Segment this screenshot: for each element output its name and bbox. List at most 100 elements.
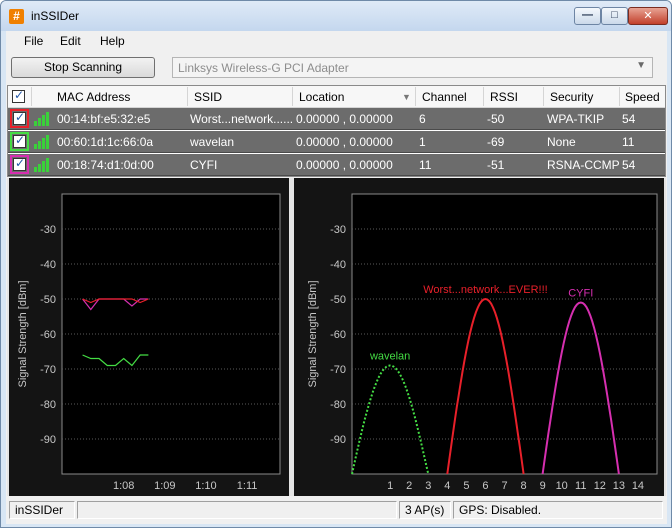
cell-rssi: -69 — [487, 135, 505, 149]
sort-down-icon: ▼ — [402, 92, 411, 102]
minimize-icon: — — [582, 9, 593, 21]
adapter-select[interactable]: Linksys Wireless-G PCI Adapter ▼ — [172, 57, 653, 78]
column-speed[interactable]: Speed — [625, 90, 660, 104]
table-row[interactable]: 00:18:74:d1:0d:00 CYFI 0.00000 , 0.00000… — [8, 154, 665, 176]
x-tick-label: 6 — [482, 480, 488, 492]
cell-mac: 00:18:74:d1:0d:00 — [57, 158, 154, 172]
cell-ssid: Worst...network...... — [190, 112, 294, 126]
column-mac[interactable]: MAC Address — [57, 90, 130, 104]
cell-location: 0.00000 , 0.00000 — [296, 112, 393, 126]
signal-bars-icon — [34, 157, 52, 172]
cell-security: RSNA-CCMP — [547, 158, 620, 172]
stop-scanning-button[interactable]: Stop Scanning — [11, 57, 155, 78]
y-tick-label: -40 — [40, 259, 56, 271]
maximize-icon: □ — [611, 9, 618, 21]
cell-security: None — [547, 135, 576, 149]
y-tick-label: -70 — [40, 364, 56, 376]
column-ssid[interactable]: SSID — [194, 90, 222, 104]
y-tick-label: -70 — [330, 364, 346, 376]
cell-rssi: -50 — [487, 112, 505, 126]
client-area: File Edit Help Stop Scanning Linksys Wir… — [6, 31, 667, 524]
channel-graph-panel: -30 -40 -50 -60 -70 -80 -90 Signal Strength [dB… — [294, 178, 664, 496]
signal-bars-icon — [34, 111, 52, 126]
column-channel[interactable]: Channel — [422, 90, 467, 104]
signal-bars-icon — [34, 134, 52, 149]
menu-edit[interactable]: Edit — [60, 34, 81, 48]
cell-mac: 00:14:bf:e5:32:e5 — [57, 112, 151, 126]
x-tick-label: 1:09 — [154, 480, 175, 492]
y-tick-label: -90 — [40, 434, 56, 446]
x-tick-label: 8 — [521, 480, 527, 492]
x-tick-label: 1:11 — [237, 480, 258, 492]
y-tick-label: -80 — [330, 399, 346, 411]
y-tick-label: -30 — [40, 224, 56, 236]
status-app: inSSIDer — [9, 501, 75, 519]
close-icon: ✕ — [643, 10, 653, 22]
status-progress — [77, 501, 397, 519]
chevron-down-icon[interactable]: ▼ — [636, 60, 646, 71]
network-label: CYFI — [568, 288, 593, 300]
time-graph-chart: -30 -40 -50 -60 -70 -80 -90 Signal Strength [dB… — [17, 193, 281, 492]
y-tick-label: -30 — [330, 224, 346, 236]
select-all-checkbox[interactable] — [12, 88, 25, 103]
menu-file[interactable]: File — [24, 34, 43, 48]
x-tick-label: 13 — [613, 480, 625, 492]
cell-speed: 54 — [622, 112, 636, 126]
ap-table: MAC Address SSID Location ▼ Channel RSSI… — [7, 85, 666, 177]
y-tick-label: -60 — [330, 329, 346, 341]
table-header: MAC Address SSID Location ▼ Channel RSSI… — [8, 86, 665, 108]
cell-speed: 11 — [622, 135, 635, 149]
status-bar: inSSIDer 3 AP(s) GPS: Disabled. — [6, 498, 667, 522]
channel-graph-chart: -30 -40 -50 -60 -70 -80 -90 Signal Strength [dB… — [307, 193, 658, 492]
x-tick-label: 1:10 — [195, 480, 216, 492]
table-row[interactable]: 00:60:1d:1c:66:0a wavelan 0.00000 , 0.00… — [8, 131, 665, 153]
time-graph-panel: -30 -40 -50 -60 -70 -80 -90 Signal Strength [dB… — [9, 178, 289, 496]
row-checkbox[interactable] — [13, 110, 26, 125]
x-tick-label: 1:08 — [113, 480, 134, 492]
y-tick-label: -80 — [40, 399, 56, 411]
title-bar[interactable]: # inSSIDer — □ ✕ — [1, 1, 671, 31]
table-row[interactable]: 00:14:bf:e5:32:e5 Worst...network...... … — [8, 108, 665, 130]
x-tick-label: 12 — [594, 480, 606, 492]
y-tick-label: -50 — [40, 294, 56, 306]
window-title: inSSIDer — [31, 9, 80, 23]
app-window: # inSSIDer — □ ✕ File Edit Help Stop Sca… — [0, 0, 672, 528]
y-tick-label: -60 — [40, 329, 56, 341]
x-tick-label: 14 — [632, 480, 644, 492]
x-tick-label: 2 — [406, 480, 412, 492]
cell-location: 0.00000 , 0.00000 — [296, 158, 393, 172]
column-location[interactable]: Location — [299, 90, 344, 104]
x-tick-label: 9 — [540, 480, 546, 492]
network-label: Worst...network...EVER!!! — [423, 284, 548, 296]
x-tick-label: 11 — [575, 480, 586, 492]
cell-ssid: CYFI — [190, 158, 218, 172]
network-label: wavelan — [369, 351, 410, 363]
menu-bar: File Edit Help — [6, 31, 667, 51]
hash-icon: # — [9, 9, 24, 24]
y-axis-label: Signal Strength [dBm] — [307, 280, 319, 387]
charts-area: -30 -40 -50 -60 -70 -80 -90 Signal Strength [dB… — [7, 178, 666, 496]
cell-speed: 54 — [622, 158, 636, 172]
column-rssi[interactable]: RSSI — [490, 90, 518, 104]
minimize-button[interactable]: — — [574, 7, 601, 25]
y-tick-label: -50 — [330, 294, 346, 306]
close-button[interactable]: ✕ — [628, 7, 668, 25]
status-ap-count: 3 AP(s) — [399, 501, 451, 519]
x-tick-label: 3 — [425, 480, 431, 492]
cell-mac: 00:60:1d:1c:66:0a — [57, 135, 154, 149]
x-tick-label: 1 — [387, 480, 393, 492]
status-gps: GPS: Disabled. — [453, 501, 663, 519]
y-tick-label: -90 — [330, 434, 346, 446]
column-security[interactable]: Security — [550, 90, 593, 104]
x-tick-label: 10 — [556, 480, 568, 492]
cell-channel: 1 — [419, 135, 426, 149]
adapter-value: Linksys Wireless-G PCI Adapter — [178, 61, 349, 75]
row-checkbox[interactable] — [13, 156, 26, 171]
cell-security: WPA-TKIP — [547, 112, 605, 126]
cell-channel: 6 — [419, 112, 426, 126]
maximize-button[interactable]: □ — [601, 7, 628, 25]
toolbar: Stop Scanning Linksys Wireless-G PCI Ada… — [6, 51, 667, 83]
row-checkbox[interactable] — [13, 133, 26, 148]
menu-help[interactable]: Help — [100, 34, 125, 48]
cell-location: 0.00000 , 0.00000 — [296, 135, 393, 149]
